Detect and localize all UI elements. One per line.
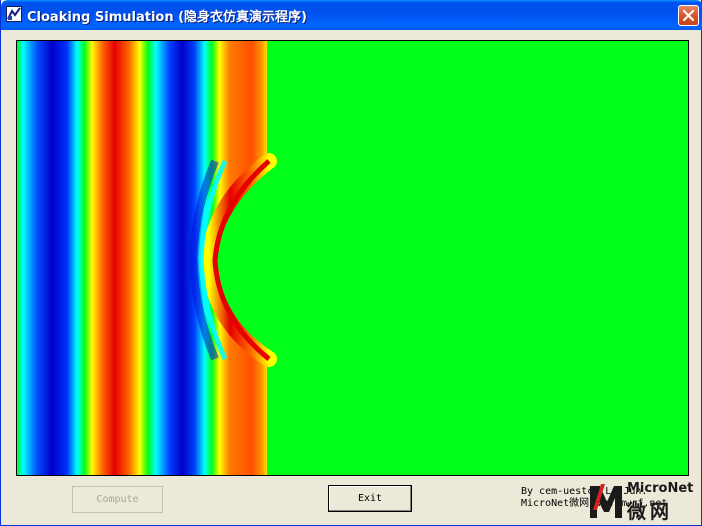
field-visualization [17,41,688,475]
app-window: Cloaking Simulation (隐身衣仿真演示程序) Compute … [0,0,702,526]
micronet-logo-icon [590,484,622,518]
simulation-plot [16,40,689,476]
watermark-brand: MicroNet [627,481,694,496]
micronet-watermark: MicroNet 微网 [587,478,699,523]
exit-button[interactable]: Exit [328,485,412,512]
close-button[interactable] [678,5,699,26]
watermark-brand-cn: 微网 [627,501,674,523]
window-title: Cloaking Simulation (隐身衣仿真演示程序) [27,10,308,25]
matlab-figure-icon[interactable] [6,6,22,22]
compute-button[interactable]: Compute [72,486,163,513]
title-bar[interactable]: Cloaking Simulation (隐身衣仿真演示程序) [1,0,702,30]
close-icon [683,10,694,21]
